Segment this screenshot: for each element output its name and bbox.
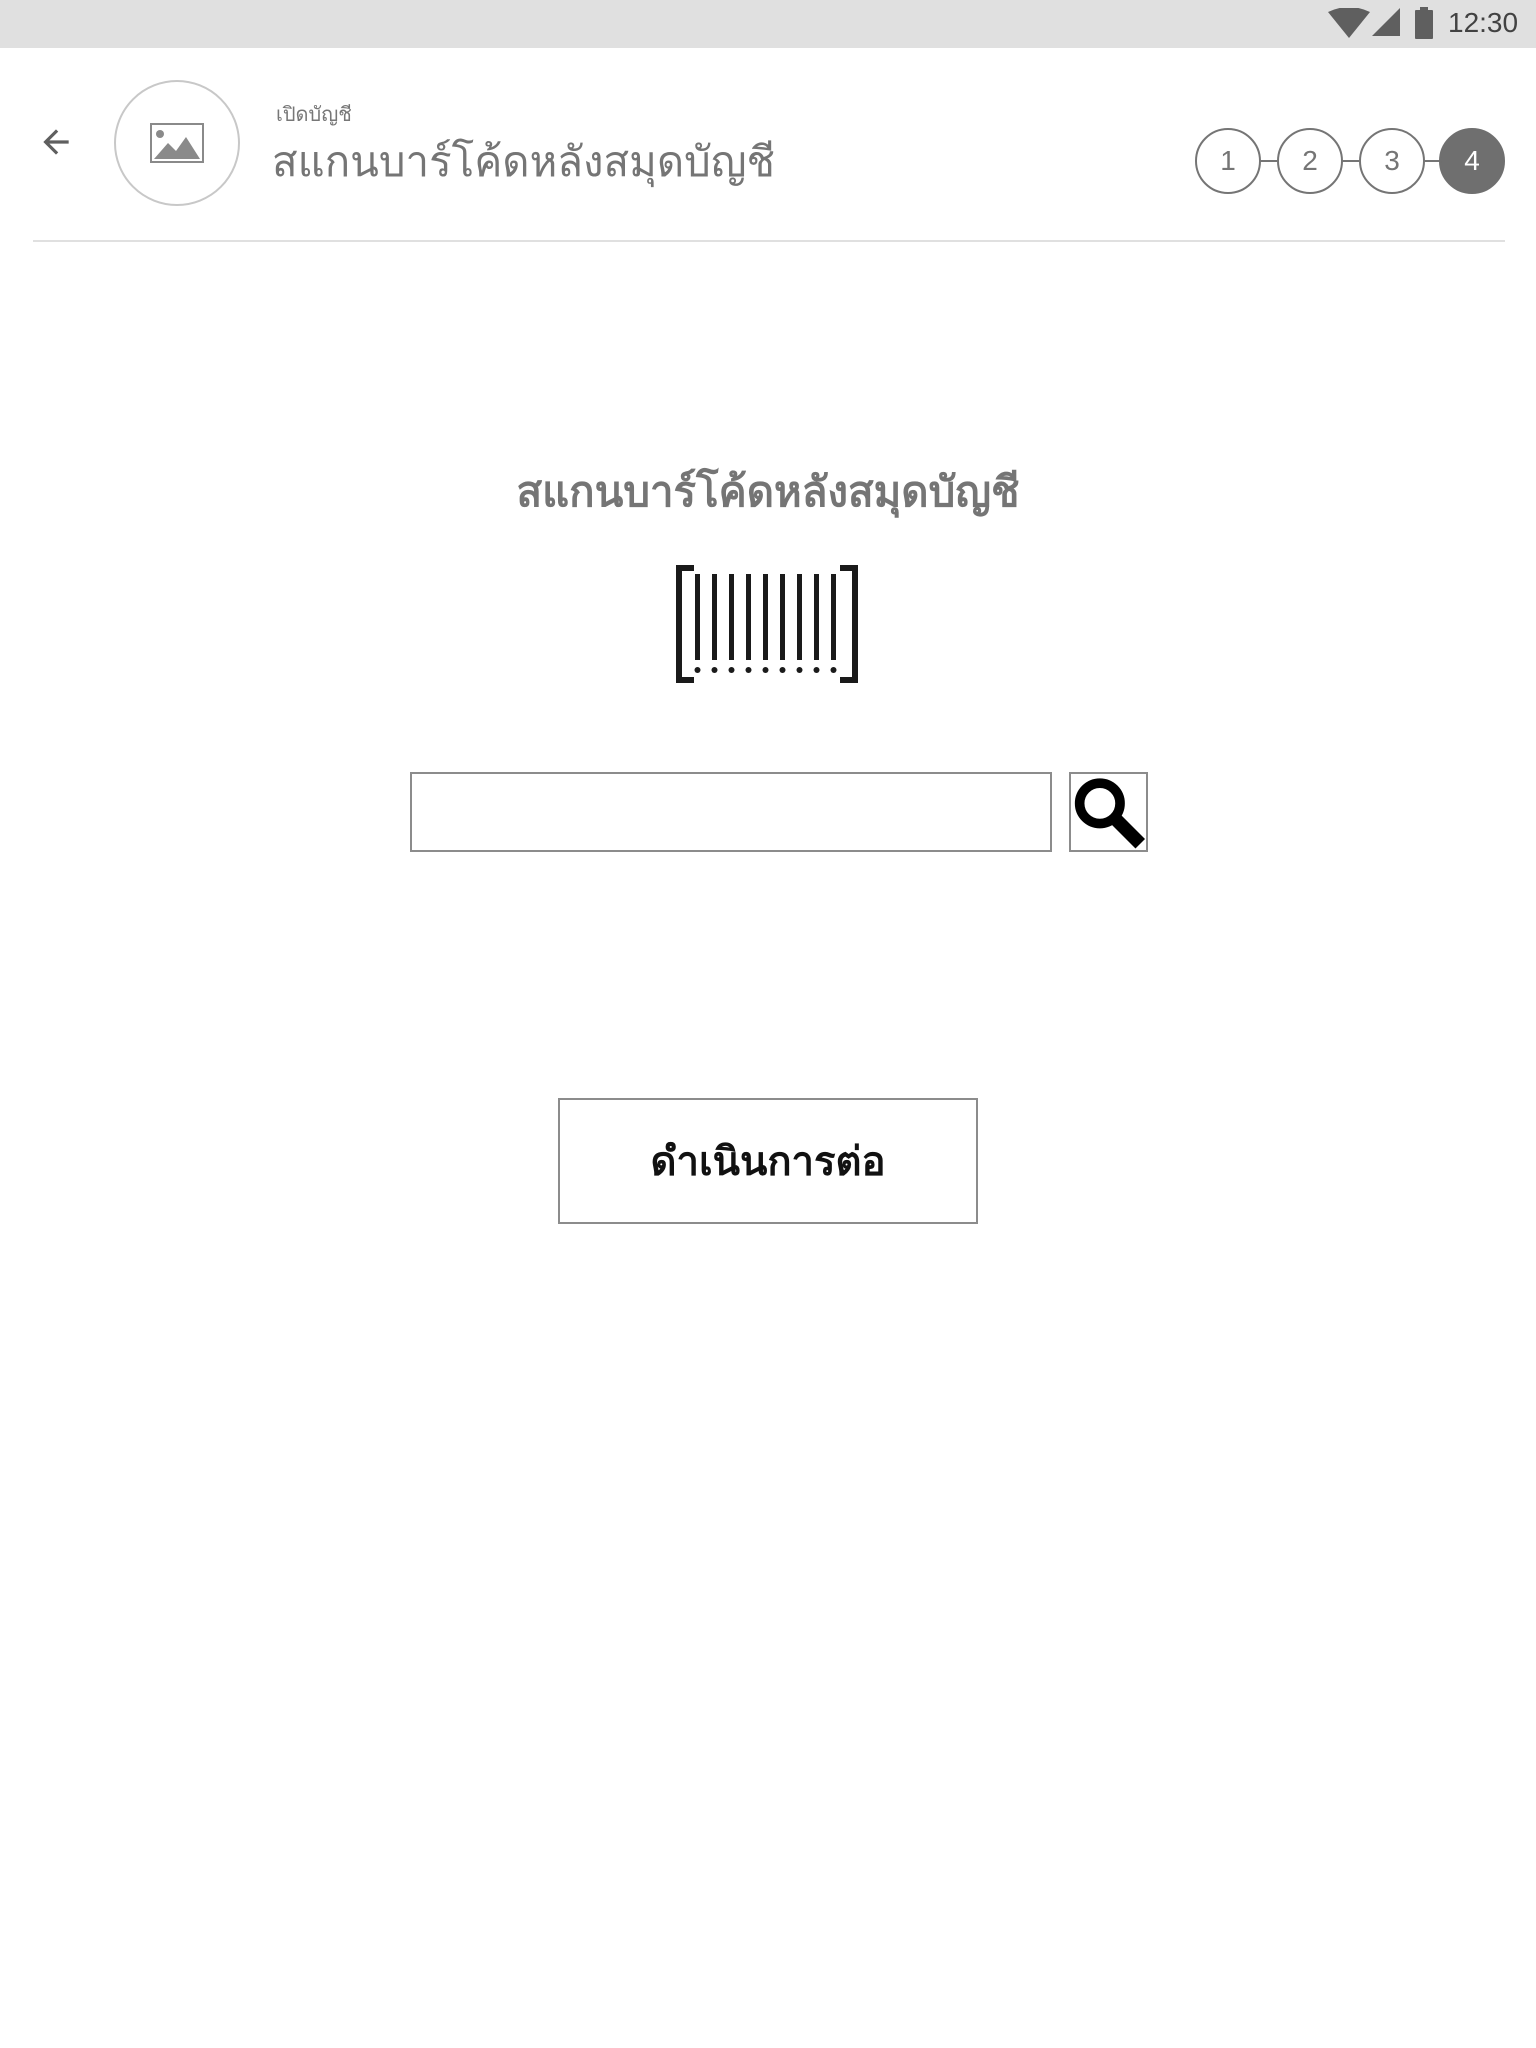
arrow-left-icon <box>43 129 69 155</box>
step-4[interactable]: 4 <box>1439 128 1505 194</box>
image-placeholder-icon <box>150 123 204 163</box>
page-title: สแกนบาร์โค้ดหลังสมุดบัญชี <box>272 137 776 186</box>
signal-icon <box>1372 8 1400 36</box>
barcode-scan-icon[interactable] <box>675 564 859 684</box>
scan-heading: สแกนบาร์โค้ดหลังสมุดบัญชี <box>516 467 1020 516</box>
step-3[interactable]: 3 <box>1359 128 1425 194</box>
avatar <box>114 80 240 206</box>
wifi-icon <box>1328 8 1370 38</box>
step-1[interactable]: 1 <box>1195 128 1261 194</box>
continue-button[interactable]: ดำเนินการต่อ <box>558 1098 978 1224</box>
back-button[interactable] <box>30 116 82 168</box>
status-clock: 12:30 <box>1448 7 1519 38</box>
battery-icon <box>1415 7 1433 39</box>
barcode-search-input[interactable] <box>410 772 1052 852</box>
header-divider <box>33 240 1505 242</box>
search-button[interactable] <box>1069 772 1148 852</box>
header-subtitle: เปิดบัญชี <box>276 102 352 126</box>
search-icon <box>1074 778 1145 849</box>
status-bar: 12:30 <box>0 0 1536 48</box>
step-2[interactable]: 2 <box>1277 128 1343 194</box>
progress-stepper: 1 2 3 4 <box>1195 128 1505 194</box>
